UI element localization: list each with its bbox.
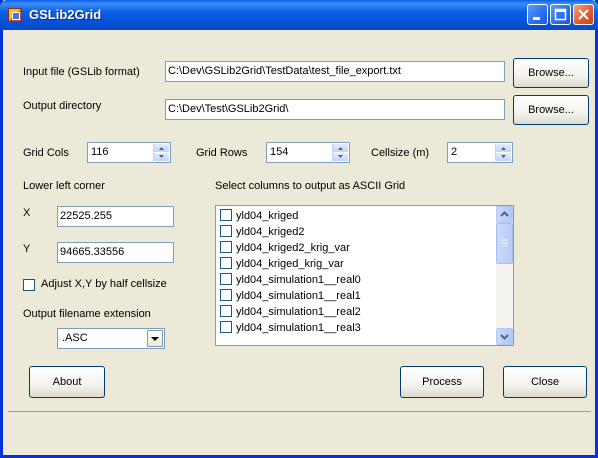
column-checkbox[interactable] xyxy=(220,225,232,237)
list-scrollbar[interactable] xyxy=(496,206,513,345)
column-label: yld04_simulation1__real0 xyxy=(236,274,361,286)
extension-value: .ASC xyxy=(62,332,88,344)
window-title: GSLib2Grid xyxy=(29,7,102,22)
grid-cols-label: Grid Cols xyxy=(23,147,69,159)
scroll-up-icon[interactable] xyxy=(496,206,513,223)
scroll-thumb[interactable] xyxy=(496,223,513,264)
maximize-icon[interactable] xyxy=(550,4,571,25)
x-coordinate-field[interactable]: 22525.255 xyxy=(57,206,174,227)
process-button[interactable]: Process xyxy=(400,366,484,398)
x-label: X xyxy=(23,207,31,219)
close-button[interactable]: Close xyxy=(503,366,587,398)
cellsize-label: Cellsize (m) xyxy=(371,147,430,159)
chevron-down-icon[interactable] xyxy=(147,330,163,347)
cellsize-value: 2 xyxy=(451,146,458,158)
stepper-arrows-icon[interactable] xyxy=(153,144,169,161)
about-button[interactable]: About xyxy=(29,366,105,398)
extension-select[interactable]: .ASC xyxy=(57,328,165,349)
status-panel xyxy=(8,411,591,455)
output-dir-label: Output directory xyxy=(23,100,102,112)
column-label: yld04_simulation1__real3 xyxy=(236,322,361,334)
y-coordinate-field[interactable]: 94665.33556 xyxy=(57,242,174,263)
close-icon[interactable] xyxy=(573,4,594,25)
columns-heading: Select columns to output as ASCII Grid xyxy=(215,180,406,192)
stepper-arrows-icon[interactable] xyxy=(332,144,348,161)
grid-rows-label: Grid Rows xyxy=(196,147,248,159)
minimize-icon[interactable] xyxy=(527,4,548,25)
input-file-field[interactable]: C:\Dev\GSLib2Grid\TestData\test_file_exp… xyxy=(165,61,505,82)
lower-left-heading: Lower left corner xyxy=(23,180,105,192)
adjust-half-cellsize-checkbox[interactable] xyxy=(23,279,35,291)
list-item[interactable]: yld04_kriged2_krig_var xyxy=(220,241,350,256)
list-item[interactable]: yld04_kriged_krig_var xyxy=(220,257,344,272)
column-checkbox[interactable] xyxy=(220,241,232,253)
adjust-half-cellsize-label: Adjust X,Y by half cellsize xyxy=(41,278,167,290)
grid-rows-stepper[interactable]: 154 xyxy=(266,142,350,163)
column-label: yld04_kriged2_krig_var xyxy=(236,242,350,254)
output-dir-field[interactable]: C:\Dev\Test\GSLib2Grid\ xyxy=(165,99,505,120)
grid-rows-value: 154 xyxy=(270,146,289,158)
scroll-down-icon[interactable] xyxy=(496,328,513,345)
y-label: Y xyxy=(23,243,31,255)
column-checkbox[interactable] xyxy=(220,209,232,221)
cellsize-stepper[interactable]: 2 xyxy=(447,142,513,163)
grid-cols-value: 116 xyxy=(91,146,109,158)
column-checkbox[interactable] xyxy=(220,273,232,285)
list-item[interactable]: yld04_simulation1__real0 xyxy=(220,273,361,288)
column-label: yld04_simulation1__real2 xyxy=(236,306,361,318)
column-checkbox[interactable] xyxy=(220,305,232,317)
input-file-label: Input file (GSLib format) xyxy=(23,66,140,78)
browse-input-button[interactable]: Browse... xyxy=(513,58,589,88)
app-window: GSLib2Grid Input file (GSLib format) C:\… xyxy=(0,0,598,458)
grid-cols-stepper[interactable]: 116 xyxy=(87,142,171,163)
column-label: yld04_kriged2 xyxy=(236,226,305,238)
list-item[interactable]: yld04_kriged2 xyxy=(220,225,305,240)
extension-label: Output filename extension xyxy=(23,308,151,320)
column-label: yld04_kriged_krig_var xyxy=(236,258,344,270)
column-label: yld04_kriged xyxy=(236,210,299,222)
column-label: yld04_simulation1__real1 xyxy=(236,290,361,302)
list-item[interactable]: yld04_simulation1__real1 xyxy=(220,289,361,304)
column-checkbox[interactable] xyxy=(220,321,232,333)
column-checkbox[interactable] xyxy=(220,257,232,269)
stepper-arrows-icon[interactable] xyxy=(495,144,511,161)
browse-output-button[interactable]: Browse... xyxy=(513,95,589,125)
column-checkbox[interactable] xyxy=(220,289,232,301)
columns-checklist[interactable]: yld04_kriged yld04_kriged2 yld04_kriged2… xyxy=(215,205,514,346)
title-bar[interactable]: GSLib2Grid xyxy=(0,0,598,30)
list-item[interactable]: yld04_simulation1__real2 xyxy=(220,305,361,320)
list-item[interactable]: yld04_simulation1__real3 xyxy=(220,321,361,336)
app-grid-icon xyxy=(8,8,22,22)
list-item[interactable]: yld04_kriged xyxy=(220,209,298,224)
